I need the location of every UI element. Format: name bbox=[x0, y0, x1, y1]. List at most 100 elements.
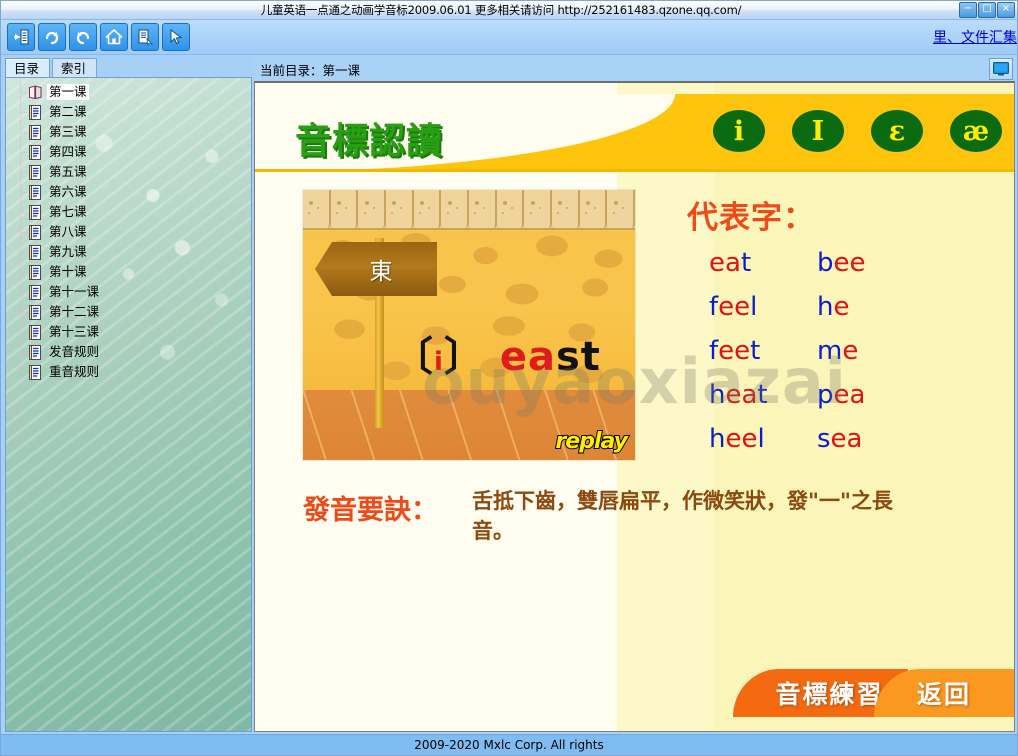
back-button[interactable]: 返回 bbox=[874, 669, 1014, 717]
example-word-right-4[interactable]: pea bbox=[817, 377, 1014, 413]
example-word-left-4[interactable]: heat bbox=[709, 377, 817, 413]
example-word-left-2[interactable]: feel bbox=[709, 289, 817, 325]
consonant-letters: h bbox=[709, 380, 726, 410]
tree-item-label: 第三课 bbox=[49, 124, 87, 139]
document-icon bbox=[28, 244, 43, 260]
document-top-rule bbox=[255, 83, 1014, 94]
tree-item-12[interactable]: 第十二课 bbox=[20, 302, 251, 322]
example-word-right-2[interactable]: he bbox=[817, 289, 1014, 325]
example-word-right-1[interactable]: bee bbox=[817, 245, 1014, 281]
tree-connector bbox=[14, 302, 28, 322]
print-icon[interactable] bbox=[131, 23, 159, 51]
close-button[interactable]: × bbox=[997, 2, 1015, 18]
tree-connector bbox=[14, 222, 28, 242]
consonant-letters: m bbox=[817, 336, 843, 366]
document-icon bbox=[28, 264, 43, 280]
tree-connector bbox=[14, 342, 28, 362]
tree-item-4[interactable]: 第四课 bbox=[20, 142, 251, 162]
vowel-letters: ee bbox=[725, 424, 758, 454]
minimize-button[interactable]: − bbox=[959, 2, 977, 18]
example-word-right-5[interactable]: sea bbox=[817, 421, 1014, 457]
tree-item-15[interactable]: 重音规则 bbox=[20, 362, 251, 382]
consonant-letters: h bbox=[709, 424, 726, 454]
select-cursor-icon[interactable] bbox=[162, 23, 190, 51]
contents-tree-panel: 第一课 第二课 第三课 第四课 第五课 第六课 第七课 第八课 第九课 第十课 … bbox=[5, 77, 252, 732]
ipa-epsilon-button[interactable]: ɛ bbox=[871, 110, 923, 152]
tree-connector bbox=[14, 322, 28, 342]
tree-item-11[interactable]: 第十一课 bbox=[20, 282, 251, 302]
vowel-letters: ea bbox=[830, 424, 863, 454]
vowel-letters: ea bbox=[833, 380, 866, 410]
vowel-letters: ee bbox=[718, 292, 751, 322]
tree-item-label: 第四课 bbox=[49, 144, 87, 159]
lesson-illustration[interactable]: 東 〔i〕 east replay bbox=[303, 190, 635, 460]
tree-item-6[interactable]: 第六课 bbox=[20, 182, 251, 202]
consonant-letters: f bbox=[709, 292, 719, 322]
brick-row bbox=[303, 190, 635, 230]
navigation-sidebar: 目录 索引 第一课 第二课 第三课 第四课 第五课 第六课 第七课 第八课 第九… bbox=[1, 55, 254, 734]
tree-item-label: 发音规则 bbox=[49, 344, 100, 359]
document-icon bbox=[28, 184, 43, 200]
monitor-icon[interactable] bbox=[989, 58, 1013, 80]
tree-item-label: 第九课 bbox=[49, 244, 87, 259]
tree-connector bbox=[14, 262, 28, 282]
ipa-button-group: i Iɛ æ bbox=[713, 110, 1002, 152]
main-split: 目录 索引 第一课 第二课 第三课 第四课 第五课 第六课 第七课 第八课 第九… bbox=[1, 55, 1017, 734]
resource-link[interactable]: 里、文件汇集 bbox=[918, 27, 1017, 47]
word-vowel: ea bbox=[499, 334, 556, 380]
tree-item-label: 重音规则 bbox=[49, 364, 100, 379]
ipa-capital-i-button[interactable]: I bbox=[792, 110, 844, 152]
back-icon[interactable] bbox=[69, 23, 97, 51]
tree-connector bbox=[14, 202, 28, 222]
document-icon bbox=[28, 224, 43, 240]
document-icon bbox=[28, 204, 43, 220]
tab-contents[interactable]: 目录 bbox=[5, 58, 51, 77]
example-words-title: 代表字： bbox=[687, 200, 815, 236]
consonant-letters: s bbox=[817, 424, 831, 454]
word-suffix: st bbox=[555, 334, 601, 380]
maximize-button[interactable]: □ bbox=[978, 2, 996, 18]
tree-connector bbox=[14, 282, 28, 302]
example-word-left-5[interactable]: heel bbox=[709, 421, 817, 457]
example-words-section: 代表字： eat bee feel he feet me heat pea heel sea bbox=[635, 190, 1014, 460]
tab-index[interactable]: 索引 bbox=[52, 58, 98, 77]
tree-item-5[interactable]: 第五课 bbox=[20, 162, 251, 182]
consonant-letters: p bbox=[817, 380, 834, 410]
tree-item-13[interactable]: 第十三课 bbox=[20, 322, 251, 342]
tree-connector bbox=[14, 142, 28, 162]
example-word-right-3[interactable]: me bbox=[817, 333, 1014, 369]
hide-pane-icon[interactable] bbox=[7, 23, 35, 51]
tree-item-8[interactable]: 第八课 bbox=[20, 222, 251, 242]
tree-item-label: 第六课 bbox=[49, 184, 87, 199]
bracket-open: 〔 bbox=[393, 334, 434, 380]
window-controls: − □ × bbox=[959, 2, 1015, 18]
tree-item-7[interactable]: 第七课 bbox=[20, 202, 251, 222]
lesson-document: 音標認讀 iIɛæ 東 〔i〕 east replay 代表字： eat bee… bbox=[254, 81, 1015, 732]
home-icon[interactable] bbox=[100, 23, 128, 51]
tree-connector bbox=[14, 362, 28, 382]
tree-item-10[interactable]: 第十课 bbox=[20, 262, 251, 282]
example-word-left-1[interactable]: eat bbox=[709, 245, 817, 281]
forward-icon[interactable] bbox=[38, 23, 66, 51]
pronunciation-tip-text: 舌抵下齒，雙唇扁平，作微笑狀，發"一"之長音。 bbox=[472, 489, 893, 543]
ipa-i-button[interactable]: i bbox=[713, 110, 765, 152]
content-pane: 当前目录：第一课 音標認讀 i I ɛ æ 東 〔i〕 east replay … bbox=[254, 55, 1017, 734]
tree-item-9[interactable]: 第九课 bbox=[20, 242, 251, 262]
replay-button[interactable]: replay bbox=[554, 428, 629, 455]
document-icon bbox=[28, 364, 43, 380]
tree-item-label: 第一课 bbox=[47, 84, 89, 100]
tree-item-2[interactable]: 第二课 bbox=[20, 102, 251, 122]
consonant-letters: h bbox=[817, 292, 834, 322]
ipa-ae-button[interactable]: æ bbox=[950, 110, 1002, 152]
lesson-main-row: 東 〔i〕 east replay 代表字： eat bee feel he feet m… bbox=[255, 172, 1014, 460]
consonant-letters: t bbox=[750, 336, 761, 366]
bracket-close: 〕 bbox=[443, 334, 485, 380]
consonant-letters: l bbox=[757, 424, 765, 454]
signpost-label: 東 bbox=[369, 259, 393, 285]
tree-item-14[interactable]: 发音规则 bbox=[20, 342, 251, 362]
sidebar-tabs: 目录 索引 bbox=[3, 57, 254, 77]
example-word-left-3[interactable]: feet bbox=[709, 333, 817, 369]
tree-item-3[interactable]: 第三课 bbox=[20, 122, 251, 142]
illustration-ipa: i bbox=[434, 347, 444, 377]
tree-item-1[interactable]: 第一课 bbox=[20, 82, 251, 102]
